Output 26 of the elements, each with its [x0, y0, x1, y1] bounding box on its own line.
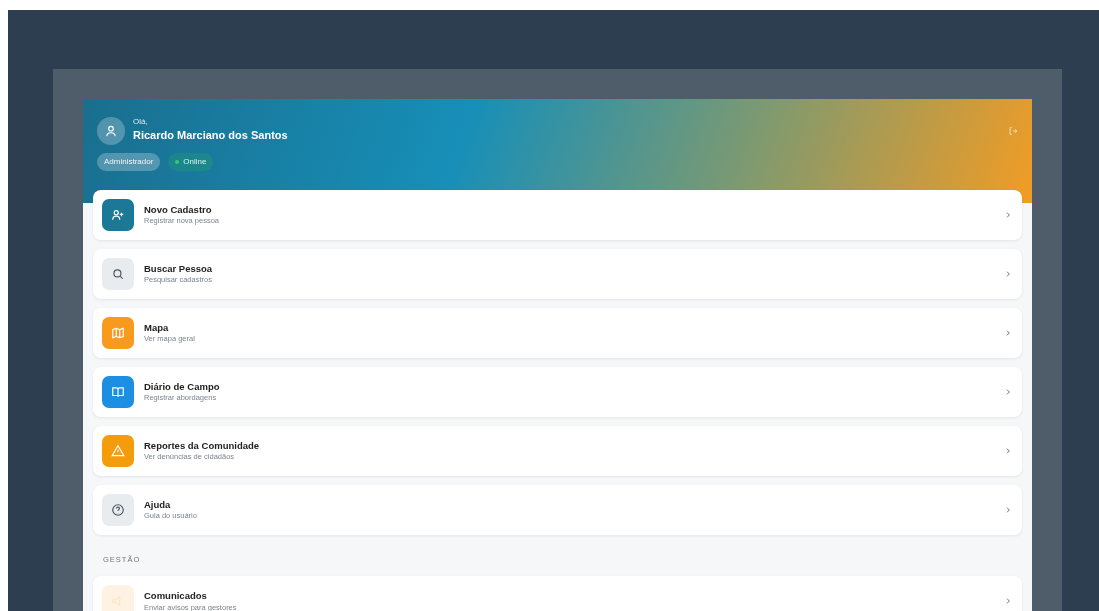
- book-icon: [111, 385, 125, 399]
- warning-icon: [111, 444, 125, 458]
- map-icon: [111, 326, 125, 340]
- search-icon: [111, 267, 125, 281]
- chevron-icon: [1004, 447, 1012, 455]
- chevron-icon: [1004, 506, 1012, 514]
- menu-title: Comunicados: [144, 590, 208, 603]
- menu-title: Mapa: [144, 321, 170, 335]
- greeting-text: Olá,: [133, 118, 149, 128]
- user-plus-icon: [111, 208, 125, 222]
- menu-title: Buscar Pessoa: [144, 262, 214, 276]
- user-name: Ricardo Marciano dos Santos: [133, 128, 288, 144]
- chevron-icon: [1004, 597, 1012, 606]
- chevron-icon: [1004, 270, 1012, 278]
- help-icon: [111, 503, 125, 517]
- chevron-icon: [1004, 211, 1012, 219]
- avatar-icon: [97, 117, 125, 145]
- logout-icon[interactable]: [1008, 126, 1018, 136]
- menu-title: Ajuda: [144, 498, 172, 512]
- role-badge: Administrador: [97, 153, 161, 171]
- chevron-icon: [1004, 329, 1012, 337]
- menu-title: Diário de Campo: [144, 380, 221, 394]
- menu-title: Reportes da Comunidade: [144, 439, 261, 453]
- chevron-icon: [1004, 388, 1012, 396]
- menu-title: Novo Cadastro: [144, 203, 213, 217]
- status-badge: Online: [168, 153, 214, 171]
